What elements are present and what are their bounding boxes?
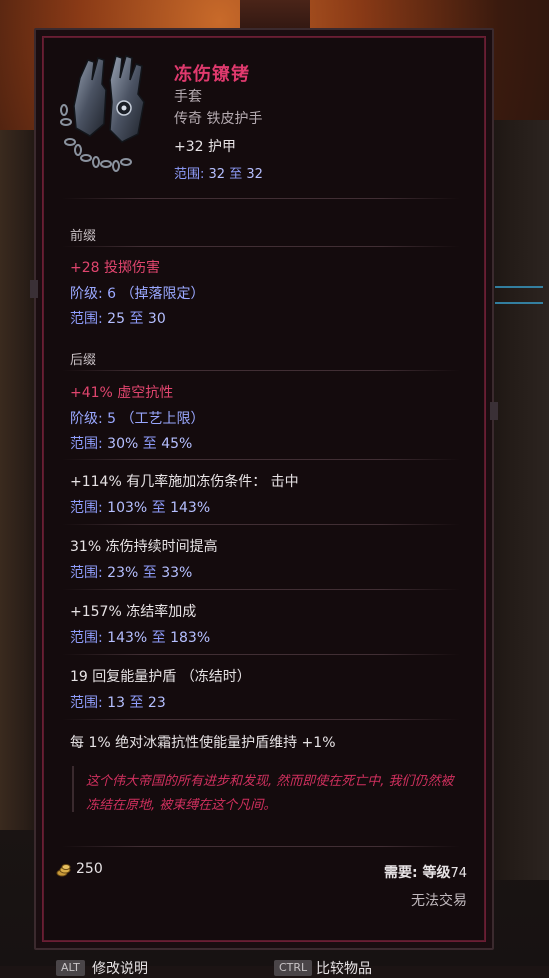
unique-mod-range: 范围: 143% 至 183% [70,627,210,647]
glowing-rune [495,286,543,304]
suffix-tier: 阶级: 5 （工艺上限） [70,411,205,427]
range-label: 范围: [70,630,103,646]
requirement-label: 需要: 等级 [383,865,451,881]
range-min: 25 [107,311,125,327]
implicit-range: 范围: 32 至 32 [174,163,263,182]
range-max: 33% [161,565,193,581]
ctrl-hint: 比较物品 [316,961,372,977]
unique-mod: 19 回复能量护盾 （冻结时） [70,669,251,685]
unique-mod: +114% 有几率施加冻伤条件： 击中 [70,474,299,490]
unique-mod: 31% 冻伤持续时间提高 [70,539,218,555]
divider [62,524,460,525]
range-label: 范围: [70,311,103,327]
range-min: 13 [107,695,125,711]
prefix-mod: +28 投掷伤害 [70,260,160,276]
gold-coin-icon [56,862,72,878]
lore-text: 这个伟大帝国的所有进步和发现, 然而即使在死亡中, 我们仍然被冻结在原地, 被束… [86,774,454,813]
range-to: 至 [151,500,166,516]
level-requirement: 需要: 等级74 [384,862,467,882]
unique-mod-range: 范围: 103% 至 143% [70,497,210,517]
range-max: 23 [147,695,166,711]
divider [62,370,460,371]
gold-value: 250 [76,861,103,877]
range-max: 183% [170,630,211,646]
ctrl-key: CTRL [274,960,313,976]
item-name: 冻伤镣铐 [174,64,250,85]
suffix-label: 后缀 [70,353,97,368]
prefix-tier: 阶级: 6 （掉落限定） [70,286,205,302]
range-min: 32 [208,167,226,182]
range-to: 至 [129,311,144,327]
divider [62,719,460,720]
panel-right-tab [490,402,498,420]
range-max: 32 [246,167,263,182]
implicit-stat: +32 护甲 [174,139,236,155]
right-rock-wall [487,120,549,880]
range-max: 30 [147,311,166,327]
prefix-label: 前缀 [70,229,97,244]
alt-hint: 修改说明 [92,961,148,977]
divider [62,198,460,199]
item-rarity: 传奇 铁皮护手 [174,111,263,127]
range-max: 143% [170,500,211,516]
range-min: 103% [107,500,148,516]
unique-mod-range: 范围: 13 至 23 [70,692,166,712]
divider [62,846,460,847]
prefix-range: 范围: 25 至 30 [70,308,166,328]
divider [62,459,460,460]
divider [62,654,460,655]
range-to: 至 [229,167,243,182]
range-label: 范围: [70,436,103,452]
range-to: 至 [129,695,144,711]
trade-status: 无法交易 [411,893,467,909]
requirement-level: 74 [450,866,467,881]
unique-mod-range: 范围: 23% 至 33% [70,562,192,582]
range-max: 45% [161,436,193,452]
range-to: 至 [151,630,166,646]
special-mod: 每 1% 绝对冰霜抗性使能量护盾维持 +1% [70,735,336,751]
range-label: 范围: [174,167,205,182]
panel-left-tab [30,280,38,298]
gauntlet-icon [58,50,158,174]
range-min: 30% [107,436,139,452]
item-type: 手套 [174,89,202,105]
unique-mod: +157% 冻结率加成 [70,604,197,620]
suffix-range: 范围: 30% 至 45% [70,433,192,453]
range-to: 至 [142,436,157,452]
lore-bar [72,766,74,812]
alt-key: ALT [56,960,85,976]
range-label: 范围: [70,500,103,516]
divider [62,246,460,247]
range-label: 范围: [70,695,103,711]
range-to: 至 [142,565,157,581]
suffix-mod: +41% 虚空抗性 [70,385,174,401]
divider [62,589,460,590]
range-label: 范围: [70,565,103,581]
hint-bar: ALT 修改说明 CTRL 比较物品 [40,950,490,977]
range-min: 23% [107,565,139,581]
range-min: 143% [107,630,148,646]
